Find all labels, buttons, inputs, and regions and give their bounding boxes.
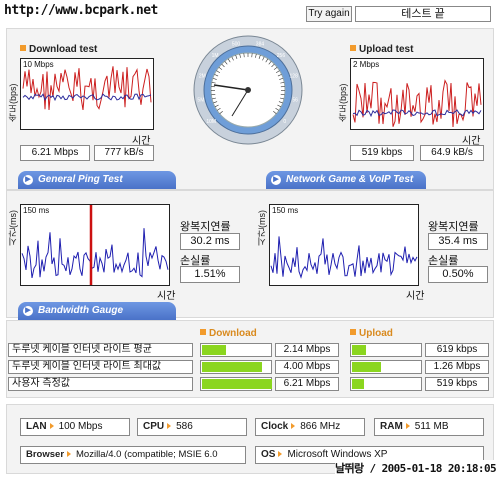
- bw-download-value: 6.21 Mbps: [275, 377, 339, 391]
- latency-trace: [21, 228, 169, 279]
- upload-ylabel: 속도(bps): [338, 83, 348, 122]
- bw-upload-bar: [350, 360, 422, 374]
- footer-stamp: 날뛰랑 / 2005-01-18 20:18:05: [334, 460, 497, 476]
- speed-gauge: 10M 5M 2M 1M 500 384 256 128 56 0: [192, 30, 304, 155]
- bw-download-header: Download: [200, 328, 257, 339]
- bw-upload-bar: [350, 377, 422, 391]
- arrow-icon: ▶: [23, 175, 33, 185]
- watermark: http://www.bcpark.net: [4, 3, 158, 18]
- average-trace: [22, 93, 152, 102]
- latency-trace: [270, 236, 418, 279]
- gauge-tick-label: 56: [292, 97, 298, 103]
- status-field: 테스트 끝: [355, 6, 491, 22]
- download-mbps: 6.21 Mbps: [20, 145, 90, 161]
- gauge-tick-label: 0: [283, 119, 286, 125]
- ping-loss: 1.51%: [180, 266, 240, 283]
- download-scale: 10 Mbps: [23, 60, 54, 69]
- bw-upload-value: 619 kbps: [425, 343, 489, 357]
- bw-upload-bar: [350, 343, 422, 357]
- download-ylabel: 속도(bps): [8, 83, 18, 122]
- bw-row-label: 사용자 측정값: [8, 377, 193, 391]
- bw-download-bar: [200, 343, 272, 357]
- gauge-tick-label: 500: [232, 42, 241, 48]
- speed-trace: [22, 66, 152, 111]
- tab-bandwidth-gauge[interactable]: ▶ Bandwidth Gauge: [18, 302, 176, 320]
- ram-info: RAM 511 MB: [374, 418, 484, 436]
- gauge-tick-label: 5M: [197, 97, 204, 103]
- bw-row-label: 두루넷 케이블 인터넷 라이트 최대값: [8, 360, 193, 374]
- lan-info: LAN 100 Mbps: [20, 418, 130, 436]
- tab-network-game[interactable]: ▶ Network Game & VoIP Test: [266, 171, 426, 189]
- upload-kbps: 519 kbps: [350, 145, 414, 161]
- bw-download-bar: [200, 377, 272, 391]
- bw-upload-header: Upload: [350, 328, 393, 339]
- game-scale: 150 ms: [272, 206, 299, 215]
- game-latency-label: 왕복지연률: [428, 221, 479, 233]
- bw-upload-value: 1.26 Mbps: [425, 360, 489, 374]
- download-title: Download test: [20, 44, 97, 55]
- speed-trace: [352, 79, 482, 128]
- clock-info: Clock 866 MHz: [255, 418, 365, 436]
- gauge-tick-label: 384: [256, 42, 265, 48]
- gauge-tick-label: 256: [277, 53, 286, 59]
- game-loss: 0.50%: [428, 266, 488, 283]
- bw-download-value: 4.00 Mbps: [275, 360, 339, 374]
- ping-xlabel: 시간: [157, 291, 176, 302]
- game-latency: 35.4 ms: [428, 233, 488, 250]
- gauge-tick-label: 1M: [212, 53, 219, 59]
- tab-general-ping[interactable]: ▶ General Ping Test: [18, 171, 176, 189]
- upload-kbs: 64.9 kB/s: [420, 145, 484, 161]
- upload-chart: 2 Mbps: [350, 58, 484, 130]
- game-chart: 150 ms: [269, 204, 419, 286]
- average-trace: [352, 109, 482, 118]
- ping-latency-label: 왕복지연률: [180, 221, 231, 233]
- arrow-icon: ▶: [23, 306, 33, 316]
- ping-scale: 150 ms: [23, 206, 50, 215]
- gauge-tick-label: 2M: [199, 73, 206, 79]
- gauge-tick-label: 128: [290, 73, 299, 79]
- download-kbs: 777 kB/s: [94, 145, 154, 161]
- ping-latency: 30.2 ms: [180, 233, 240, 250]
- upload-scale: 2 Mbps: [353, 60, 380, 69]
- gauge-tick-label: 10M: [206, 119, 216, 125]
- download-chart: 10 Mbps: [20, 58, 154, 130]
- upload-title: Upload test: [350, 44, 413, 55]
- ping-chart: 150 ms: [20, 204, 170, 286]
- bw-row-label: 두루넷 케이블 인터넷 라이트 평균: [8, 343, 193, 357]
- game-ylabel: 시간(ms): [257, 210, 267, 246]
- game-xlabel: 시간: [406, 291, 425, 302]
- bw-upload-value: 519 kbps: [425, 377, 489, 391]
- cpu-info: CPU 586: [137, 418, 247, 436]
- bw-download-bar: [200, 360, 272, 374]
- bw-download-value: 2.14 Mbps: [275, 343, 339, 357]
- arrow-icon: ▶: [271, 175, 281, 185]
- browser-info: Browser Mozilla/4.0 (compatible; MSIE 6.0: [20, 446, 246, 464]
- ping-ylabel: 시간(ms): [8, 210, 18, 246]
- try-again-button[interactable]: Try again: [306, 6, 352, 22]
